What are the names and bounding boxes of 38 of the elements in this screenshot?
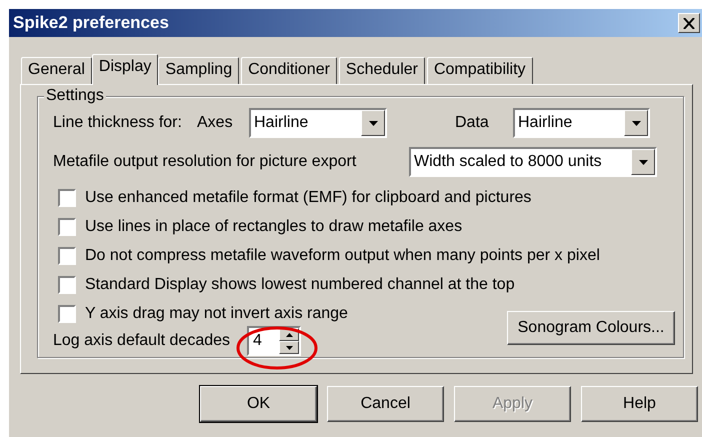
resolution-label: Metafile output resolution for picture export bbox=[53, 152, 358, 172]
checkbox[interactable] bbox=[58, 218, 76, 236]
checkbox[interactable] bbox=[58, 246, 76, 264]
dialog-button[interactable]: OK bbox=[200, 386, 317, 422]
dialog-button[interactable]: Help bbox=[581, 386, 698, 422]
decades-label: Log axis default decades bbox=[53, 331, 232, 351]
down-arrow-icon[interactable] bbox=[286, 346, 292, 350]
checkbox-label: Use lines in place of rectangles to draw metafile axes bbox=[85, 216, 462, 236]
tab[interactable]: Scheduler bbox=[338, 57, 425, 84]
line-thickness-label: Line thickness for: bbox=[53, 113, 183, 133]
sonogram-colours-button[interactable]: Sonogram Colours... bbox=[507, 311, 675, 345]
close-button[interactable] bbox=[678, 13, 700, 33]
checkbox[interactable] bbox=[58, 276, 76, 294]
dialog-button[interactable]: Cancel bbox=[327, 386, 444, 422]
group-title: Settings bbox=[44, 86, 106, 106]
tab[interactable]: Sampling bbox=[158, 57, 240, 84]
dropdown-arrow-icon[interactable] bbox=[638, 160, 648, 164]
checkbox[interactable] bbox=[58, 188, 76, 206]
checkbox-label: Y axis drag may not invert axis range bbox=[85, 304, 348, 324]
tab[interactable]: General bbox=[21, 57, 92, 84]
axes-dropdown[interactable]: Hairline bbox=[249, 108, 387, 138]
checkbox[interactable] bbox=[58, 304, 76, 322]
up-arrow-icon[interactable] bbox=[286, 332, 292, 336]
data-label: Data bbox=[455, 113, 490, 133]
resolution-dropdown[interactable]: Width scaled to 8000 units bbox=[409, 147, 657, 177]
dropdown-arrow-icon[interactable] bbox=[632, 120, 640, 126]
dropdown-arrow-icon[interactable] bbox=[368, 120, 378, 126]
tab[interactable]: Conditioner bbox=[241, 57, 337, 84]
data-dropdown[interactable]: Hairline bbox=[513, 108, 650, 138]
checkbox-label: Do not compress metafile waveform output when many points per x pixel bbox=[85, 246, 600, 266]
tab[interactable]: Display bbox=[92, 54, 158, 85]
close-icon bbox=[683, 18, 695, 28]
axes-label: Axes bbox=[197, 113, 234, 133]
checkbox-label: Use enhanced metafile format (EMF) for clipboard and pictures bbox=[85, 188, 532, 208]
decades-spinner[interactable]: 4 bbox=[247, 326, 301, 356]
window-title: Spike2 preferences bbox=[13, 12, 169, 34]
checkbox-label: Standard Display shows lowest numbered channel at the top bbox=[85, 274, 515, 294]
tab[interactable]: Compatibility bbox=[426, 57, 533, 84]
